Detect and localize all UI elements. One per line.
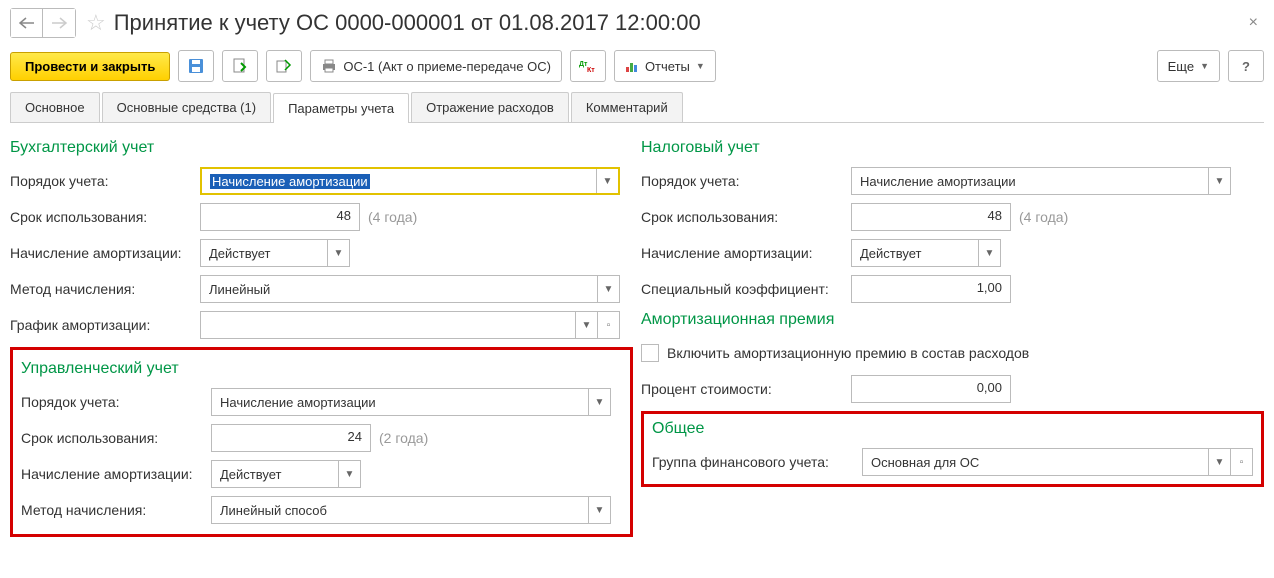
print-icon — [321, 59, 337, 73]
nu-coef-input[interactable]: 1,00 — [851, 275, 1011, 303]
bu-amort-dropdown[interactable]: Действует ▼ — [200, 239, 350, 267]
tab-fixed-assets[interactable]: Основные средства (1) — [102, 92, 272, 122]
chevron-down-icon[interactable]: ▼ — [596, 169, 618, 193]
save-button[interactable] — [178, 50, 214, 82]
chevron-down-icon[interactable]: ▼ — [338, 461, 360, 487]
bu-term-input[interactable]: 48 — [200, 203, 360, 231]
chevron-down-icon[interactable]: ▼ — [327, 240, 349, 266]
mu-method-label: Метод начисления: — [21, 502, 211, 518]
open-icon[interactable]: ▫ — [597, 312, 619, 338]
chevron-down-icon[interactable]: ▼ — [1208, 449, 1230, 475]
common-section-title: Общее — [652, 420, 1253, 438]
ap-include-label: Включить амортизационную премию в состав… — [667, 345, 1029, 361]
print-os1-label: ОС-1 (Акт о приеме-передаче ОС) — [343, 59, 551, 74]
nu-coef-label: Специальный коэффициент: — [641, 281, 851, 297]
bu-account-order-label: Порядок учета: — [10, 173, 200, 189]
back-button[interactable] — [11, 9, 43, 37]
chart-icon — [625, 59, 639, 73]
chevron-down-icon[interactable]: ▼ — [588, 389, 610, 415]
nu-term-hint: (4 года) — [1019, 209, 1068, 225]
bu-amort-label: Начисление амортизации: — [10, 245, 200, 261]
common-group-label: Группа финансового учета: — [652, 454, 862, 470]
open-icon[interactable]: ▫ — [1230, 449, 1252, 475]
nu-term-label: Срок использования: — [641, 209, 851, 225]
ap-section-title: Амортизационная премия — [641, 311, 1264, 329]
bu-method-dropdown[interactable]: Линейный ▼ — [200, 275, 620, 303]
dt-kt-button[interactable]: ДтКт — [570, 50, 606, 82]
mu-section-title: Управленческий учет — [21, 360, 622, 378]
ap-percent-input[interactable]: 0,00 — [851, 375, 1011, 403]
mu-term-input[interactable]: 24 — [211, 424, 371, 452]
tab-expenses[interactable]: Отражение расходов — [411, 92, 569, 122]
mu-term-label: Срок использования: — [21, 430, 211, 446]
nu-account-order-label: Порядок учета: — [641, 173, 851, 189]
nu-amort-label: Начисление амортизации: — [641, 245, 851, 261]
bu-section-title: Бухгалтерский учет — [10, 139, 633, 157]
nu-amort-dropdown[interactable]: Действует ▼ — [851, 239, 1001, 267]
bu-account-order-dropdown[interactable]: Начисление амортизации ▼ — [200, 167, 620, 195]
mu-term-hint: (2 года) — [379, 430, 428, 446]
chevron-down-icon[interactable]: ▼ — [588, 497, 610, 523]
reports-label: Отчеты — [645, 59, 690, 74]
reports-dropdown[interactable]: Отчеты ▼ — [614, 50, 716, 82]
page-title: Принятие к учету ОС 0000-000001 от 01.08… — [114, 10, 1243, 36]
post-button[interactable] — [222, 50, 258, 82]
chevron-down-icon: ▼ — [696, 61, 705, 71]
favorite-star-icon[interactable]: ☆ — [86, 10, 106, 36]
mu-account-order-dropdown[interactable]: Начисление амортизации ▼ — [211, 388, 611, 416]
bu-term-label: Срок использования: — [10, 209, 200, 225]
mu-account-order-label: Порядок учета: — [21, 394, 211, 410]
nu-account-order-dropdown[interactable]: Начисление амортизации ▼ — [851, 167, 1231, 195]
chevron-down-icon[interactable]: ▼ — [1208, 168, 1230, 194]
mu-amort-label: Начисление амортизации: — [21, 466, 211, 482]
svg-text:Кт: Кт — [587, 67, 595, 73]
ap-include-checkbox[interactable] — [641, 344, 659, 362]
nav-buttons — [10, 8, 76, 38]
tab-comment[interactable]: Комментарий — [571, 92, 683, 122]
forward-button[interactable] — [43, 9, 75, 37]
chevron-down-icon: ▼ — [1200, 61, 1209, 71]
post-and-close-button[interactable]: Провести и закрыть — [10, 52, 170, 81]
common-group-dropdown[interactable]: Основная для ОС ▼ ▫ — [862, 448, 1253, 476]
print-os1-button[interactable]: ОС-1 (Акт о приеме-передаче ОС) — [310, 50, 562, 82]
bu-schedule-dropdown[interactable]: ▼ ▫ — [200, 311, 620, 339]
chevron-down-icon[interactable]: ▼ — [575, 312, 597, 338]
bu-method-label: Метод начисления: — [10, 281, 200, 297]
create-based-on-button[interactable] — [266, 50, 302, 82]
tab-accounting-params[interactable]: Параметры учета — [273, 93, 409, 123]
nu-section-title: Налоговый учет — [641, 139, 1264, 157]
bu-schedule-label: График амортизации: — [10, 317, 200, 333]
bu-term-hint: (4 года) — [368, 209, 417, 225]
nu-term-input[interactable]: 48 — [851, 203, 1011, 231]
chevron-down-icon[interactable]: ▼ — [978, 240, 1000, 266]
help-button[interactable]: ? — [1228, 50, 1264, 82]
close-button[interactable]: × — [1243, 14, 1264, 32]
mu-amort-dropdown[interactable]: Действует ▼ — [211, 460, 361, 488]
ap-percent-label: Процент стоимости: — [641, 381, 851, 397]
tab-main[interactable]: Основное — [10, 92, 100, 122]
mu-method-dropdown[interactable]: Линейный способ ▼ — [211, 496, 611, 524]
more-dropdown[interactable]: Еще ▼ — [1157, 50, 1220, 82]
chevron-down-icon[interactable]: ▼ — [597, 276, 619, 302]
